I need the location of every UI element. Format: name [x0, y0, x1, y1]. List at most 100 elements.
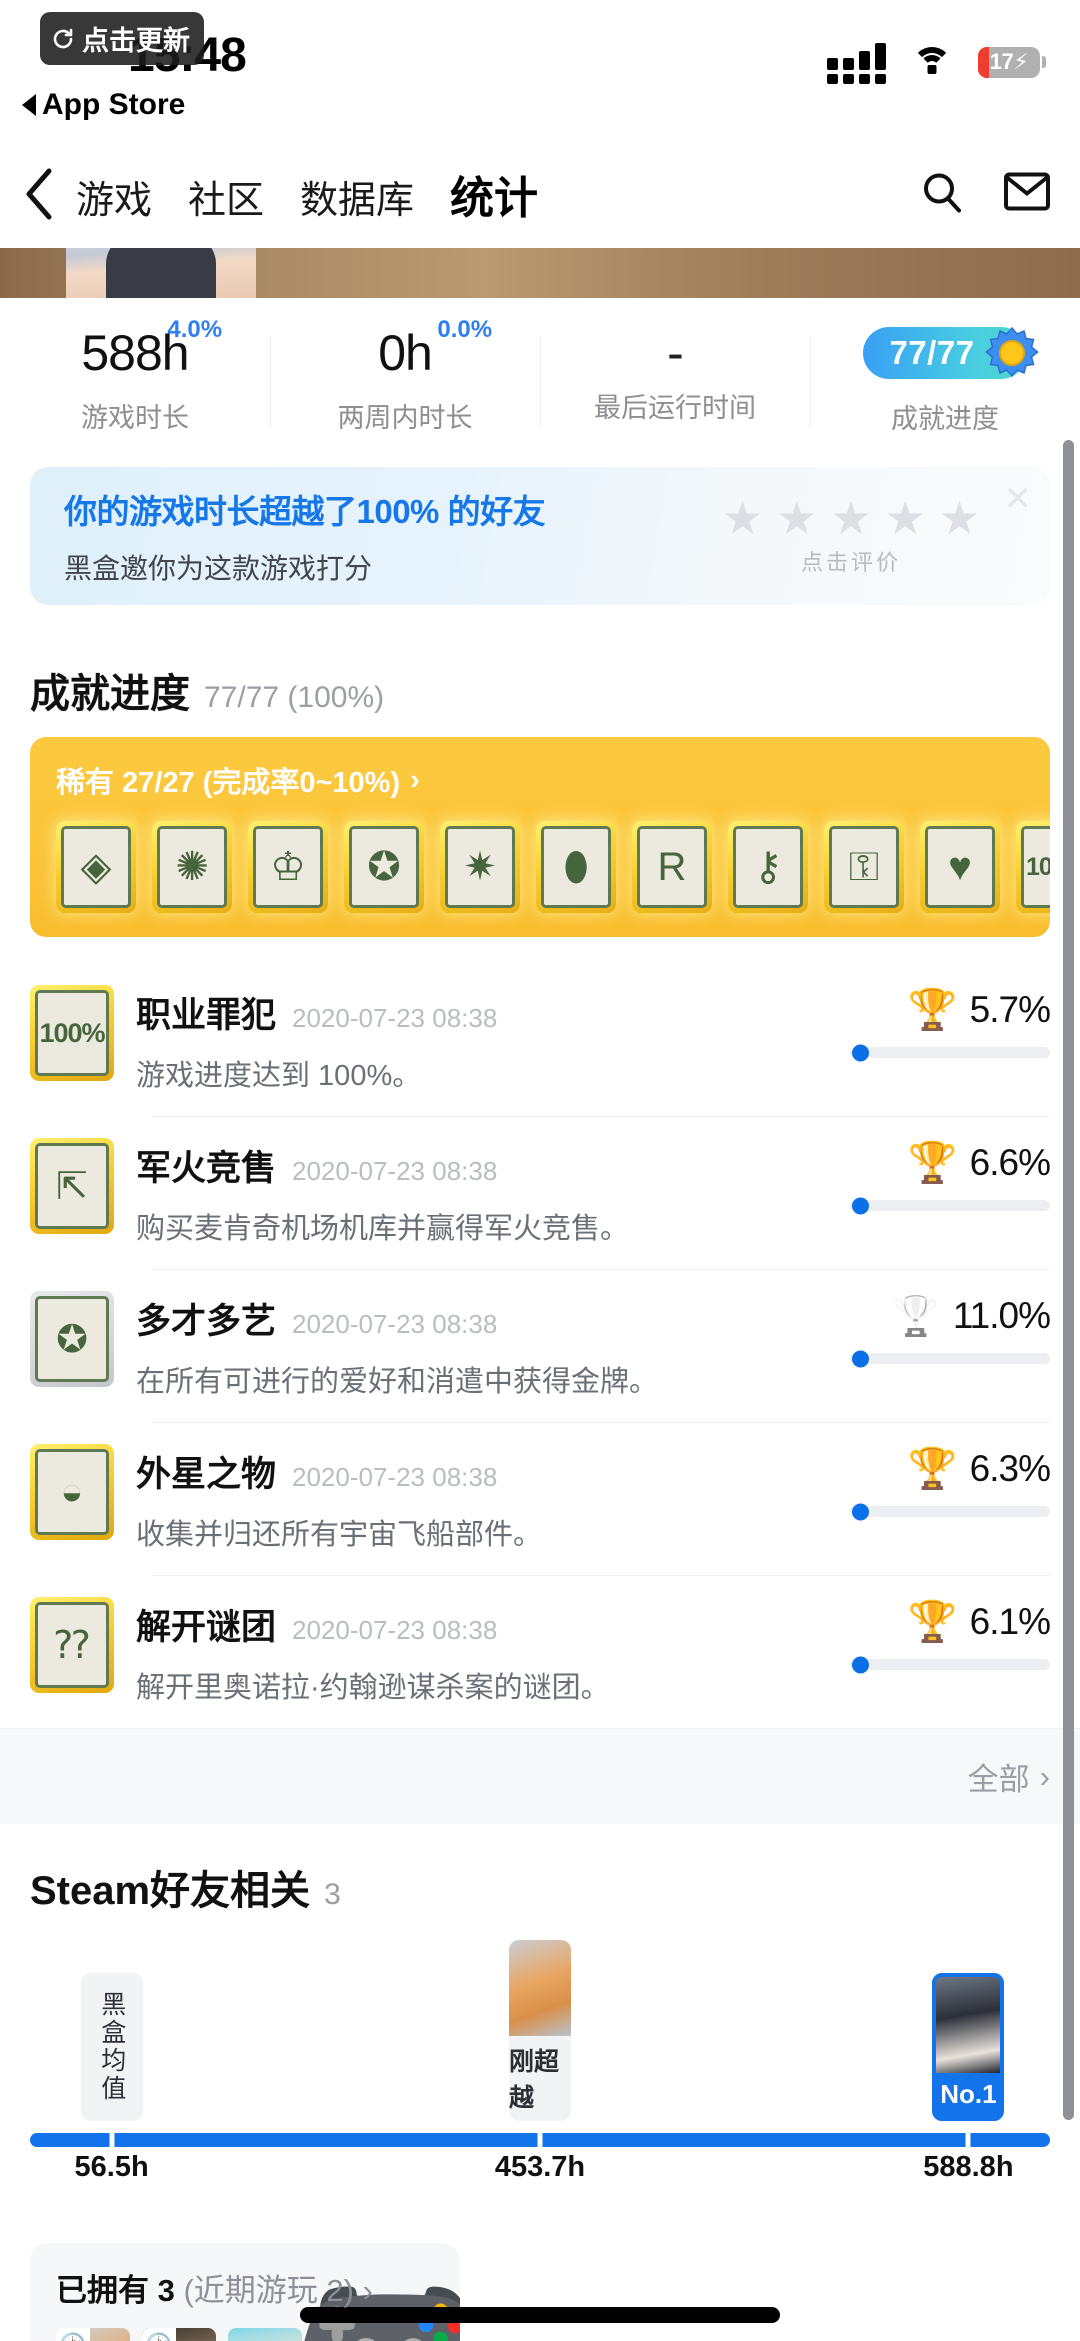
rare-banner-label: 稀有 27/27 (完成率0~10%) [56, 767, 401, 799]
kifflom-star-badge[interactable]: ✷ [440, 821, 520, 913]
mail-button[interactable] [1004, 172, 1050, 217]
stat-lastplayed[interactable]: - 最后运行时间 [540, 310, 810, 453]
rating-star-3[interactable]: ★ [830, 495, 871, 541]
search-button[interactable] [920, 170, 964, 219]
friend-avatar-1[interactable]: 🕐 [56, 2328, 130, 2341]
hundred-percent-badge-art: 100% [1021, 826, 1050, 908]
search-icon [924, 173, 961, 213]
star-lock-badge[interactable]: ✪ [344, 821, 424, 913]
achievement-row[interactable]: ✪ 多才多艺 2020-07-23 08:38 在所有可进行的爱好和消遣中获得金牌。 🏆… [30, 1269, 1080, 1422]
stat-twoweek[interactable]: 0.0% 0h 两周内时长 [270, 310, 540, 453]
hours-average: 56.5h [74, 2151, 149, 2183]
achievement-text: 解开谜团 2020-07-23 08:38 解开里奥诺拉·约翰逊谋杀案的谜团。 [114, 1597, 850, 1706]
rating-banner-texts: 你的游戏时长超越了100% 的好友 黑盒邀你为这款游戏打分 [64, 485, 686, 587]
rare-banner-wrap: 稀有 27/27 (完成率0~10%) › ◈ ✺ ♔ ✪ ✷ ⬮ R ⚷ ⚿ ♥ 100% [0, 737, 1080, 937]
back-to-app-store[interactable]: App Store [22, 88, 185, 122]
friend-avatar-2[interactable]: 🕐 [142, 2328, 216, 2341]
friend-avatar-3[interactable] [228, 2328, 302, 2341]
trophy-icon: 🏆 [907, 1447, 958, 1491]
achievement-date: 2020-07-23 08:38 [292, 1003, 498, 1033]
rating-star-5[interactable]: ★ [939, 495, 980, 541]
achievement-badge-icon: 100% [30, 985, 114, 1081]
mail-icon [1004, 172, 1050, 211]
rabbit-heart-badge-art: ♥ [925, 826, 995, 908]
rating-star-1[interactable]: ★ [722, 495, 763, 541]
rating-banner-title: 你的游戏时长超越了100% 的好友 [64, 493, 546, 530]
brain-badge-glyph: ✺ [175, 845, 209, 889]
achievement-rarity-dot [852, 1503, 869, 1520]
stat-twoweek-label: 两周内时长 [337, 403, 473, 433]
achievements-view-all[interactable]: 全部 › [0, 1728, 1080, 1824]
crown-badge[interactable]: ♔ [248, 821, 328, 913]
achievement-row[interactable]: ⁇ 解开谜团 2020-07-23 08:38 解开里奥诺拉·约翰逊谋杀案的谜团。 🏆 6… [30, 1575, 1080, 1728]
stat-playtime-delta: 4.0% [167, 316, 223, 343]
achievement-row[interactable]: ⇱ 军火竞售 2020-07-23 08:38 购买麦肯奇机场机库并赢得军火竞售。 🏆 6… [30, 1116, 1080, 1269]
rabbit-heart-badge[interactable]: ♥ [920, 821, 1000, 913]
back-triangle-icon [22, 94, 36, 116]
person-lock-badge[interactable]: ⚿ [824, 821, 904, 913]
comparison-marker-average[interactable]: 黑盒均值 [80, 1973, 143, 2121]
achievement-row[interactable]: 100% 职业罪犯 2020-07-23 08:38 游戏进度达到 100%。 🏆 5.7… [30, 963, 1080, 1116]
map-pin-badge-art: ⬮ [541, 826, 611, 908]
achievement-rarity: 🏆 6.3% [850, 1444, 1051, 1520]
achievement-name: 解开谜团 [136, 1608, 277, 1647]
comparison-marker-justpassed[interactable]: 刚超越 [509, 1940, 571, 2121]
vertical-scrollbar[interactable] [1063, 440, 1074, 2120]
friends-section-header: Steam好友相关 3 [0, 1824, 1080, 1934]
achievement-badge-glyph: ⇱ [56, 1165, 88, 1208]
trophy-icon: 🏆 [907, 988, 958, 1032]
brain-badge[interactable]: ✺ [152, 821, 232, 913]
diamond-badge[interactable]: ◈ [56, 821, 136, 913]
rare-achievements-banner[interactable]: 稀有 27/27 (完成率0~10%) › ◈ ✺ ♔ ✪ ✷ ⬮ R ⚷ ⚿ ♥ 100% [30, 737, 1050, 937]
achievement-badge-art: ⁇ [35, 1602, 109, 1688]
app-root: 15:48 App Store 17⚡ [0, 0, 1080, 2341]
achievement-badge-glyph: 100% [39, 1017, 105, 1048]
rating-stars[interactable]: ★ ★ ★ ★ ★ [722, 495, 980, 541]
rabbit-lock-badge[interactable]: ⚷ [728, 821, 808, 913]
clock-icon: 🕐 [56, 2328, 90, 2341]
tab-games[interactable]: 游戏 [76, 169, 152, 224]
achievement-row[interactable]: ◒ 外星之物 2020-07-23 08:38 收集并归还所有宇宙飞船部件。 🏆 6.3% [30, 1422, 1080, 1575]
nav-actions [920, 170, 1050, 219]
tab-community[interactable]: 社区 [188, 169, 264, 224]
rare-badge-strip[interactable]: ◈ ✺ ♔ ✪ ✷ ⬮ R ⚷ ⚿ ♥ 100% [56, 821, 1050, 913]
rating-stars-box[interactable]: ★ ★ ★ ★ ★ 点击评价 [686, 495, 1016, 577]
achievement-rarity-dot [852, 1656, 869, 1673]
brain-badge-art: ✺ [157, 826, 227, 908]
comparison-track[interactable] [30, 2133, 1050, 2147]
rare-banner-header[interactable]: 稀有 27/27 (完成率0~10%) › [56, 759, 1050, 801]
comparison-marker-no1[interactable]: No.1 [932, 1973, 1005, 2121]
stat-achievement-progress[interactable]: 77/77 成就进度 [810, 310, 1080, 453]
nav-back-button[interactable] [0, 168, 76, 220]
trophy-icon: 🏆 [907, 1141, 958, 1185]
tap-to-update-button[interactable]: 点击更新 [40, 12, 204, 65]
achievement-badge-icon: ⇱ [30, 1138, 114, 1234]
average-label-card: 黑盒均值 [80, 1973, 143, 2121]
person-lock-badge-art: ⚿ [829, 826, 899, 908]
stat-playtime-label: 游戏时长 [81, 403, 189, 433]
achievement-rarity-value: 11.0% [952, 1295, 1051, 1336]
tab-statistics[interactable]: 统计 [450, 162, 538, 226]
owned-friends-title: 已拥有 3 (近期游玩 2) › [56, 2265, 460, 2310]
rockstar-editor-badge[interactable]: R [632, 821, 712, 913]
owned-friends-card[interactable]: 🎮 已拥有 3 (近期游玩 2) › 🕐 🕐 [30, 2243, 460, 2341]
star-lock-badge-glyph: ✪ [367, 845, 401, 889]
achievement-rarity-dot [852, 1197, 869, 1214]
stat-playtime[interactable]: 4.0% 588h 游戏时长 [0, 310, 270, 453]
wifi-icon [912, 47, 952, 77]
tab-database[interactable]: 数据库 [300, 169, 414, 224]
map-pin-badge[interactable]: ⬮ [536, 821, 616, 913]
achievement-text: 外星之物 2020-07-23 08:38 收集并归还所有宇宙飞船部件。 [114, 1444, 850, 1553]
achievement-rarity-bar [850, 1656, 1050, 1673]
owned-friend-avatars[interactable]: 🕐 🕐 [56, 2328, 460, 2341]
rating-banner[interactable]: 你的游戏时长超越了100% 的好友 黑盒邀你为这款游戏打分 ★ ★ ★ ★ ★ … [30, 467, 1050, 605]
achievement-date: 2020-07-23 08:38 [292, 1156, 498, 1186]
stats-summary-row: 4.0% 588h 游戏时长 0.0% 0h 两周内时长 - 最后运行时间 77… [0, 298, 1080, 453]
rating-star-4[interactable]: ★ [885, 495, 926, 541]
diamond-badge-glyph: ◈ [80, 845, 112, 889]
rating-star-2[interactable]: ★ [776, 495, 817, 541]
close-icon[interactable]: ✕ [1004, 479, 1033, 519]
battery-charging-icon: 17 ⚡ [978, 46, 1046, 78]
achievement-badge-art: ◒ [35, 1449, 109, 1535]
hundred-percent-badge[interactable]: 100% [1016, 821, 1050, 913]
